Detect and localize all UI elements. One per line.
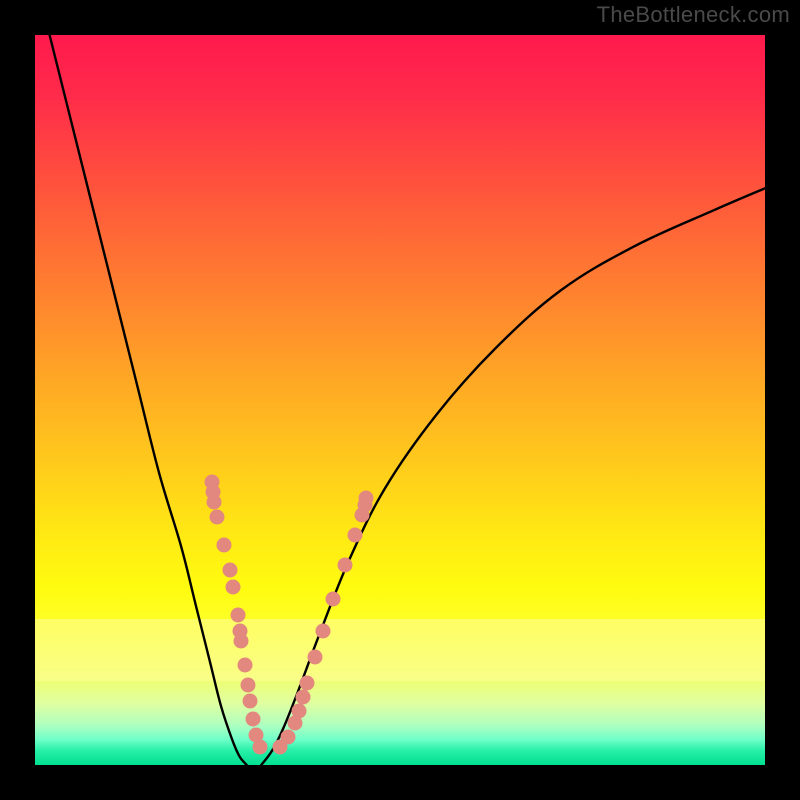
data-marker <box>253 740 268 755</box>
data-marker <box>326 592 341 607</box>
data-marker <box>210 510 225 525</box>
data-marker <box>308 650 323 665</box>
highlight-band <box>35 619 765 681</box>
data-marker <box>226 580 241 595</box>
data-marker <box>241 678 256 693</box>
data-marker <box>246 712 261 727</box>
data-marker <box>359 491 374 506</box>
data-marker <box>238 658 253 673</box>
data-marker <box>217 538 232 553</box>
data-marker <box>234 634 249 649</box>
data-marker <box>281 730 296 745</box>
data-marker <box>207 495 222 510</box>
data-marker <box>348 528 363 543</box>
plot-area <box>35 35 765 765</box>
curve-layer <box>35 35 765 765</box>
data-marker <box>296 690 311 705</box>
data-marker <box>338 558 353 573</box>
chart-frame: TheBottleneck.com <box>0 0 800 800</box>
data-marker <box>231 608 246 623</box>
data-marker <box>316 624 331 639</box>
data-marker <box>300 676 315 691</box>
data-marker <box>223 563 238 578</box>
watermark-text: TheBottleneck.com <box>597 2 790 28</box>
data-marker <box>292 704 307 719</box>
data-marker <box>243 694 258 709</box>
